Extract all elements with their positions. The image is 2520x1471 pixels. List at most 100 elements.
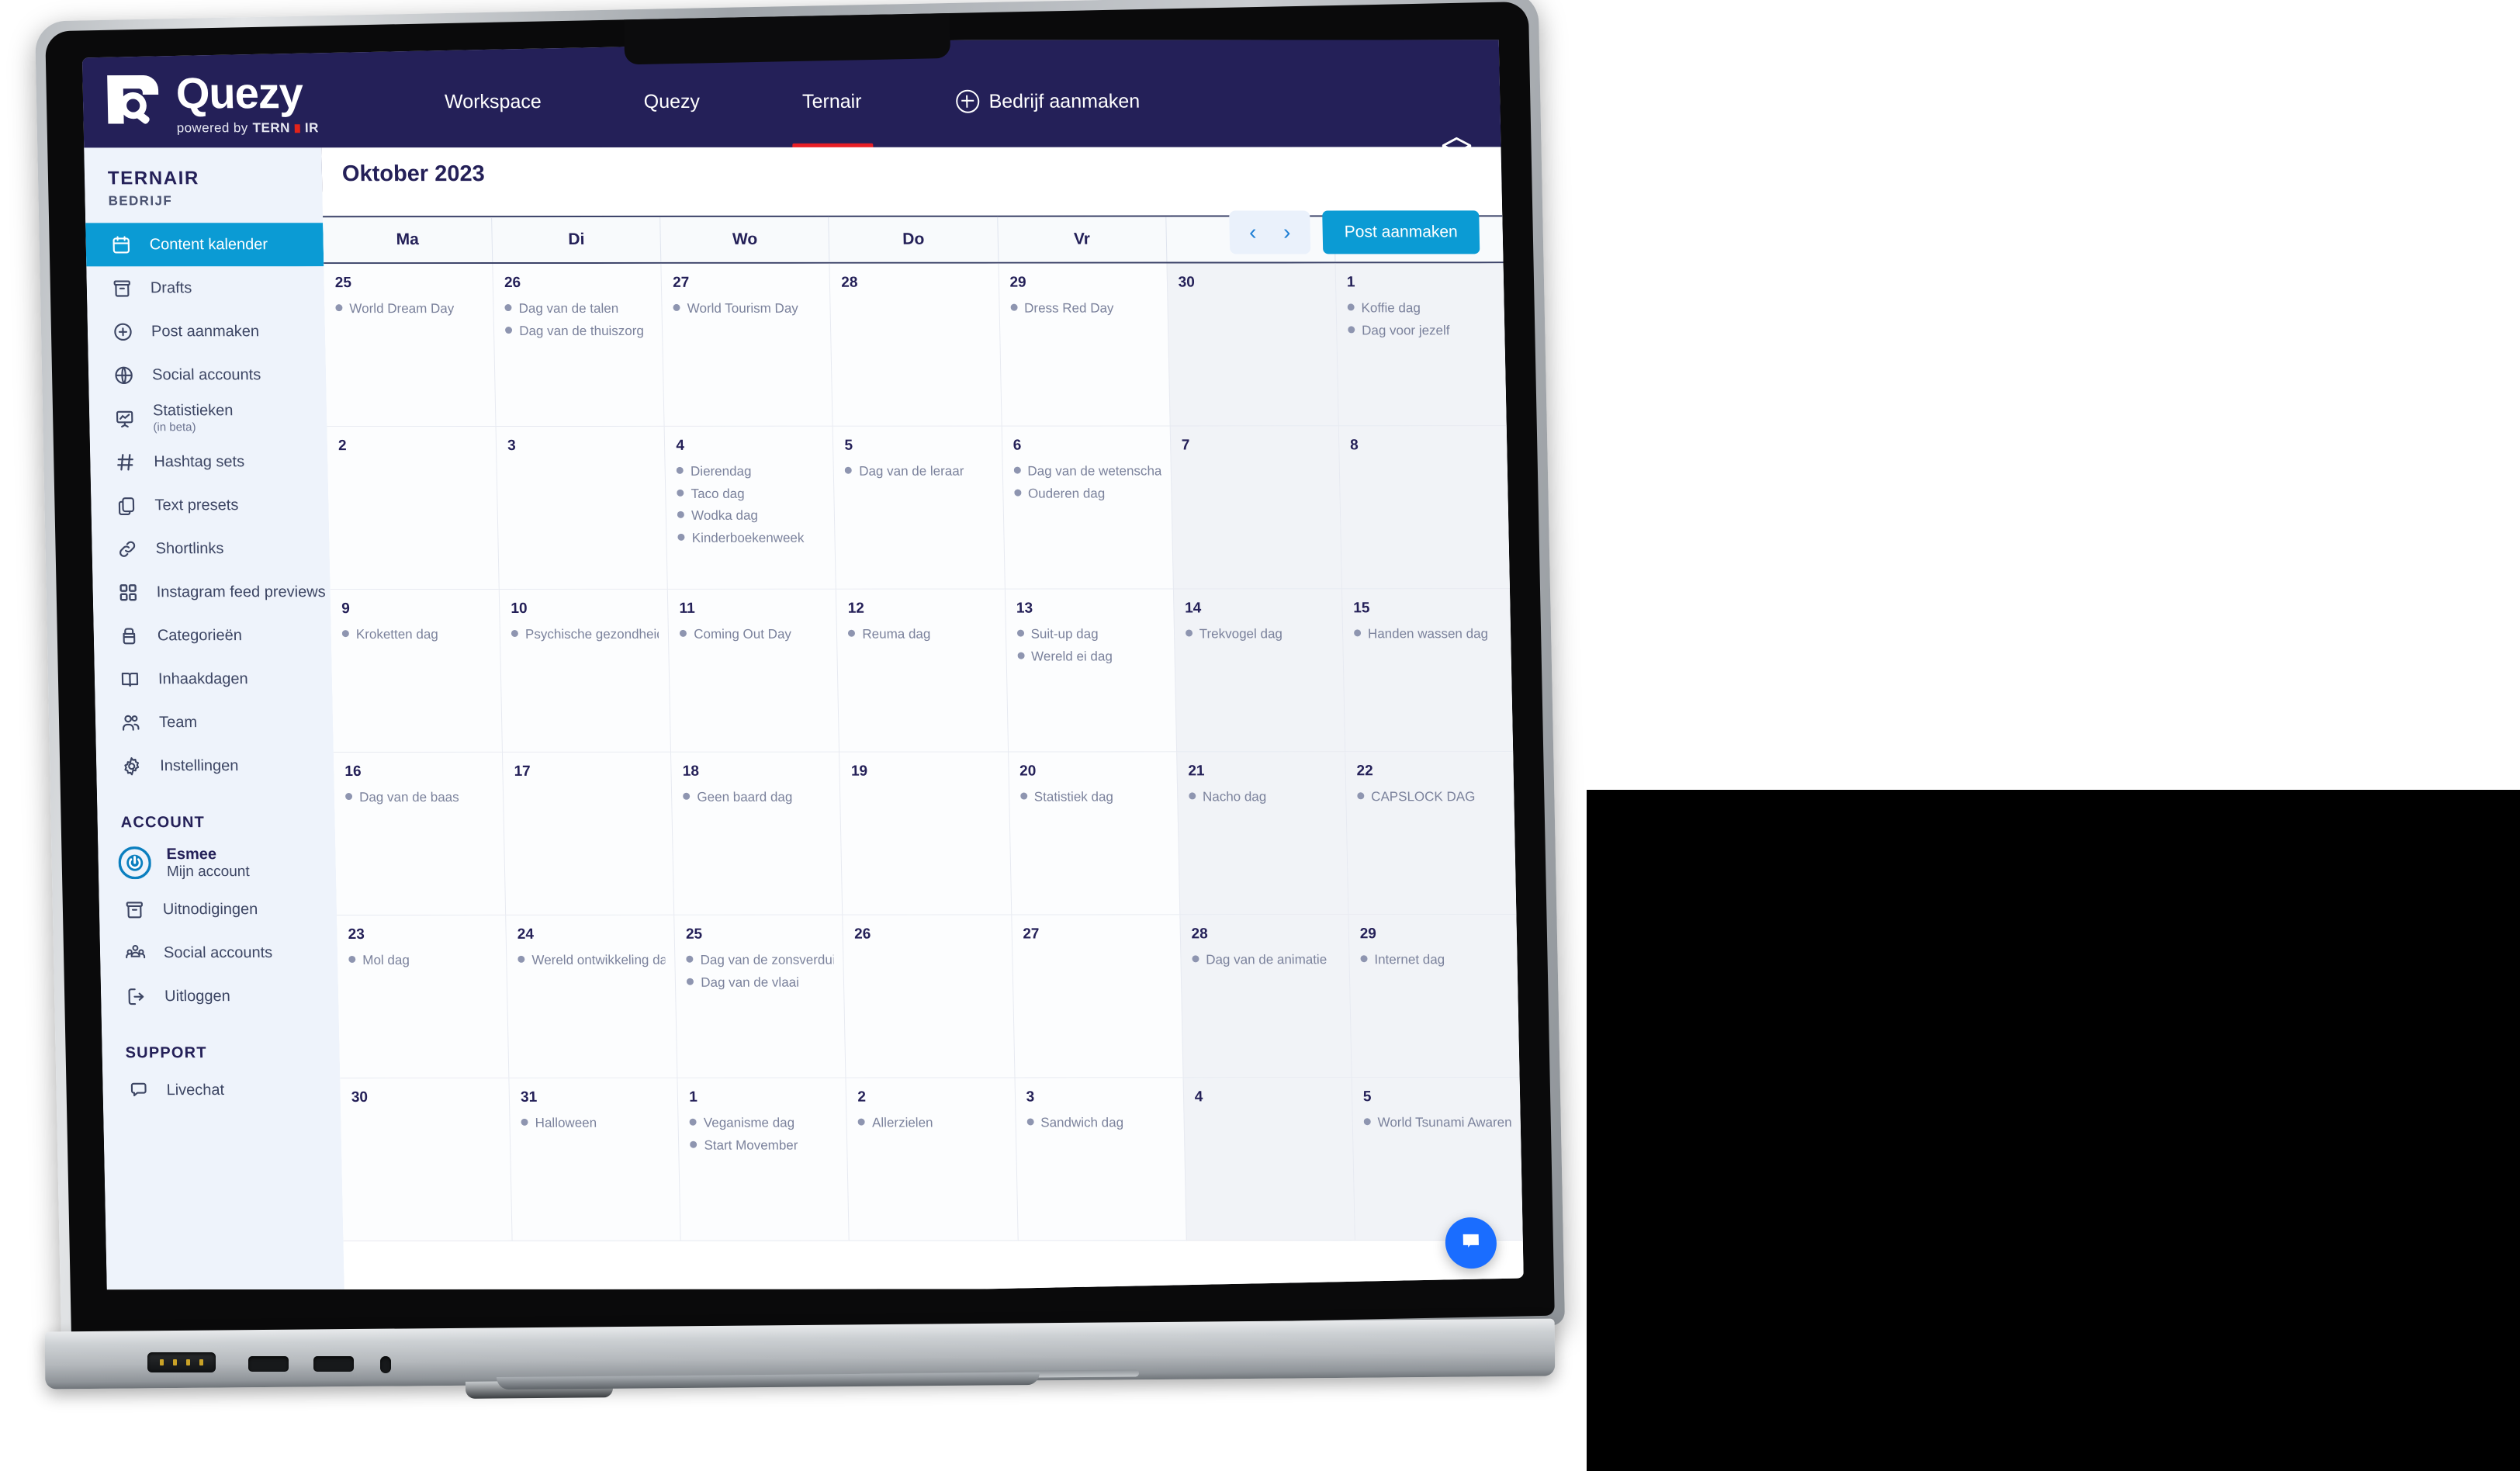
calendar-day-cell[interactable]: 5 World Tsunami Awareness ... xyxy=(1351,1078,1523,1241)
calendar-event[interactable]: Dag van de vlaai xyxy=(687,973,835,992)
sidebar-item-team[interactable]: Team xyxy=(95,701,334,744)
sidebar-item-categorieen[interactable]: Categorieën xyxy=(93,614,331,657)
sidebar-item-content-kalender[interactable]: Content kalender xyxy=(85,223,324,267)
calendar-event[interactable]: Taco dag xyxy=(677,484,825,504)
sidebar-item-uitloggen[interactable]: Uitloggen xyxy=(101,974,339,1018)
chevron-right-icon[interactable]: › xyxy=(1269,211,1304,253)
calendar-day-cell[interactable]: 4 Dierendag Taco dag Wodka dag Kinderboekenw… xyxy=(663,426,836,590)
calendar-event[interactable]: Kroketten dag xyxy=(341,625,491,645)
livechat-fab[interactable] xyxy=(1445,1217,1497,1269)
nav-item-quezy[interactable]: Quezy xyxy=(592,90,751,112)
calendar-event[interactable]: Wereld ontwikkeling dag xyxy=(518,951,666,971)
calendar-event[interactable]: Trekvogel dag xyxy=(1185,625,1334,644)
calendar-event[interactable]: Dag van de thuiszorg xyxy=(505,322,653,341)
calendar-day-cell[interactable]: 20 Statistiek dag xyxy=(1007,752,1180,915)
sidebar-item-uitnodigingen[interactable]: Uitnodigingen xyxy=(99,888,337,931)
calendar-day-cell[interactable]: 29 Internet dag xyxy=(1348,915,1520,1078)
nav-item-workspace[interactable]: Workspace xyxy=(393,91,593,113)
calendar-event[interactable]: Start Movember xyxy=(690,1136,838,1155)
calendar-event[interactable]: Coming Out Day xyxy=(680,625,828,645)
calendar-event[interactable]: Dag van de animatie xyxy=(1192,950,1340,970)
calendar-day-cell[interactable]: 27 xyxy=(1010,915,1183,1078)
calendar-event[interactable]: Wereld ei dag xyxy=(1017,647,1165,666)
calendar-day-cell[interactable]: 26 Dag van de talen Dag van de thuiszorg xyxy=(492,263,664,427)
calendar-day-cell[interactable]: 1 Veganisme dag Start Movember xyxy=(677,1078,850,1241)
calendar-day-cell[interactable]: 30 xyxy=(340,1078,512,1241)
calendar-day-cell[interactable]: 3 xyxy=(495,426,668,590)
calendar-day-cell[interactable]: 15 Handen wassen dag xyxy=(1341,589,1514,753)
calendar-event[interactable]: Geen baard dag xyxy=(683,788,831,808)
calendar-day-cell[interactable]: 12 Reuma dag xyxy=(836,589,1008,753)
calendar-event[interactable]: Dag voor jezelf xyxy=(1347,321,1496,341)
sidebar-item-instellingen[interactable]: Instellingen xyxy=(96,744,334,787)
sidebar-item-account-social-accounts[interactable]: Social accounts xyxy=(99,931,338,974)
calendar-day-cell[interactable]: 3 Sandwich dag xyxy=(1014,1078,1186,1241)
calendar-day-cell[interactable]: 31 Halloween xyxy=(508,1078,680,1241)
calendar-event[interactable]: Dag van de wetenschap xyxy=(1013,462,1161,482)
calendar-event[interactable]: Koffie dag xyxy=(1347,299,1495,318)
calendar-event[interactable]: World Dream Day xyxy=(335,299,484,319)
calendar-day-cell[interactable]: 2 xyxy=(327,427,499,590)
calendar-day-cell[interactable]: 30 xyxy=(1166,263,1338,427)
calendar-day-cell[interactable]: 5 Dag van de leraar xyxy=(832,426,1005,590)
calendar-event[interactable]: Psychische gezondheid dag xyxy=(511,625,659,645)
calendar-event[interactable]: Dag van de talen xyxy=(504,299,652,319)
calendar-day-cell[interactable]: 22 CAPSLOCK DAG xyxy=(1345,752,1517,915)
calendar-day-cell[interactable]: 23 Mol dag xyxy=(337,915,509,1078)
calendar-event[interactable]: Veganisme dag xyxy=(689,1114,838,1134)
calendar-day-cell[interactable]: 10 Psychische gezondheid dag xyxy=(498,589,671,753)
sidebar-item-inhaakdagen[interactable]: Inhaakdagen xyxy=(94,657,332,701)
calendar-event[interactable]: Dag van de baas xyxy=(344,788,494,808)
sidebar-item-post-aanmaken[interactable]: Post aanmaken xyxy=(87,310,325,353)
calendar-day-cell[interactable]: 14 Trekvogel dag xyxy=(1172,589,1345,753)
calendar-day-cell[interactable]: 11 Coming Out Day xyxy=(667,589,839,753)
calendar-day-cell[interactable]: 26 xyxy=(842,915,1015,1078)
calendar-event[interactable]: World Tourism Day xyxy=(673,299,822,319)
calendar-day-cell[interactable]: 6 Dag van de wetenschap Ouderen dag xyxy=(1001,426,1173,590)
calendar-day-cell[interactable]: 27 World Tourism Day xyxy=(660,263,833,427)
calendar-day-cell[interactable]: 18 Geen baard dag xyxy=(670,752,843,915)
calendar-event[interactable]: Mol dag xyxy=(348,951,497,971)
calendar-event[interactable]: Wodka dag xyxy=(677,507,826,526)
calendar-event[interactable]: CAPSLOCK DAG xyxy=(1357,787,1505,807)
calendar-event[interactable]: Internet dag xyxy=(1360,950,1508,970)
calendar-event[interactable]: Sandwich dag xyxy=(1026,1113,1175,1133)
calendar-event[interactable]: Reuma dag xyxy=(848,625,996,645)
calendar-day-cell[interactable]: 16 Dag van de baas xyxy=(333,752,506,916)
calendar-day-cell[interactable]: 28 Dag van de animatie xyxy=(1179,915,1352,1078)
calendar-event[interactable]: Allerzielen xyxy=(857,1113,1006,1133)
calendar-day-cell[interactable]: 17 xyxy=(502,752,674,915)
sidebar-item-social-accounts[interactable]: Social accounts xyxy=(88,353,327,396)
nav-item-ternair[interactable]: Ternair xyxy=(751,90,913,112)
calendar-day-cell[interactable]: 8 xyxy=(1338,426,1510,590)
calendar-day-cell[interactable]: 28 xyxy=(829,263,1002,427)
calendar-event[interactable]: Dierendag xyxy=(676,462,825,482)
calendar-day-cell[interactable]: 4 xyxy=(1182,1078,1355,1241)
calendar-day-cell[interactable]: 2 Allerzielen xyxy=(845,1078,1018,1241)
calendar-event[interactable]: Halloween xyxy=(521,1114,669,1134)
calendar-day-cell[interactable]: 25 Dag van de zonsverduistering Dag van de… xyxy=(673,915,846,1078)
calendar-event[interactable]: Dag van de zonsverduistering xyxy=(686,951,834,971)
sidebar-item-drafts[interactable]: Drafts xyxy=(86,266,324,310)
calendar-event[interactable]: Dag van de leraar xyxy=(845,462,993,482)
sidebar-account[interactable]: Esmee Mijn account xyxy=(98,838,336,888)
calendar-day-cell[interactable]: 13 Suit-up dag Wereld ei dag xyxy=(1004,589,1176,753)
sidebar-item-livechat[interactable]: Livechat xyxy=(102,1068,341,1112)
calendar-event[interactable]: Suit-up dag xyxy=(1016,625,1165,644)
sidebar-item-statistieken[interactable]: Statistieken (in beta) xyxy=(89,396,327,440)
calendar-day-cell[interactable]: 19 xyxy=(839,752,1011,915)
calendar-day-cell[interactable]: 25 World Dream Day xyxy=(324,264,496,427)
calendar-event[interactable]: Handen wassen dag xyxy=(1353,625,1502,644)
calendar-day-cell[interactable]: 29 Dress Red Day xyxy=(998,263,1170,427)
sidebar-item-shortlinks[interactable]: Shortlinks xyxy=(92,527,330,570)
create-company-button[interactable]: Bedrijf aanmaken xyxy=(912,89,1140,113)
sidebar-item-hashtag-sets[interactable]: Hashtag sets xyxy=(90,440,328,483)
calendar-day-cell[interactable]: 7 xyxy=(1169,426,1341,590)
calendar-event[interactable]: World Tsunami Awareness ... xyxy=(1363,1113,1511,1133)
create-post-button[interactable]: Post aanmaken xyxy=(1322,210,1480,254)
calendar-event[interactable]: Statistiek dag xyxy=(1019,787,1168,807)
chevron-left-icon[interactable]: ‹ xyxy=(1235,211,1270,253)
calendar-day-cell[interactable]: 21 Nacho dag xyxy=(1175,752,1348,915)
calendar-event[interactable]: Dress Red Day xyxy=(1010,299,1158,319)
calendar-event[interactable]: Ouderen dag xyxy=(1013,484,1162,504)
